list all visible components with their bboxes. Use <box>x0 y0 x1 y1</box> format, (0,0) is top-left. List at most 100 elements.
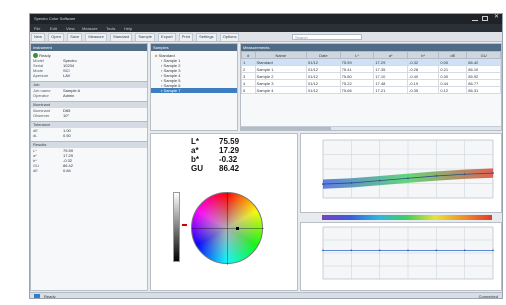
measure-status-icon[interactable] <box>34 294 40 298</box>
table-cell: 01/12 <box>306 79 341 87</box>
table-cell: 3 <box>241 72 256 80</box>
table-cell: 75.66 <box>339 86 375 94</box>
column-header[interactable]: dE <box>438 51 468 59</box>
lab-values-block: L* 75.59 a* 17.29 b* -0.32 GU 86.42 <box>191 137 261 173</box>
menu-help[interactable]: Help <box>124 26 132 31</box>
sample-button[interactable]: Sample <box>135 33 155 41</box>
data-point <box>463 249 466 252</box>
table-cell: 85.92 <box>466 72 501 80</box>
new-button[interactable]: New <box>31 33 46 41</box>
lab-value-row: b* -0.32 <box>191 155 261 164</box>
column-header[interactable]: Date <box>306 51 341 59</box>
save-button[interactable]: Save <box>67 33 83 41</box>
table-cell: -0.40 <box>406 72 440 80</box>
section-header-tolerance[interactable]: Tolerance <box>31 121 147 128</box>
column-header[interactable]: Name <box>254 51 308 59</box>
table-cell: Sample 1 <box>254 65 308 73</box>
table-cell: 86.42 <box>466 58 501 66</box>
table-cell: 75.59 <box>339 58 375 66</box>
data-point <box>407 177 409 180</box>
column-header[interactable]: # <box>241 51 256 59</box>
measurement-table: # Name Date L* a* b* dE GU 1 Standard 01/1… <box>241 51 501 94</box>
lab-value-row: L* 75.59 <box>191 137 261 146</box>
lab-value-row: GU 86.42 <box>191 164 261 173</box>
table-cell: Sample 2 <box>254 72 308 80</box>
print-button[interactable]: Print <box>178 33 193 41</box>
sample-tree-panel: Samples ■ Standard ▪ Sample 1 ▪ Sample 2… <box>150 43 238 131</box>
table-cell: 1 <box>241 58 256 66</box>
table-cell: 2 <box>241 65 256 73</box>
tree-item-selected[interactable]: ▪ Sample 7 <box>151 88 237 93</box>
table-row[interactable]: 4 Sample 3 01/12 75.22 17.48 -0.19 0.44 86.77 <box>241 79 501 87</box>
section-header-results[interactable]: Results <box>31 141 147 148</box>
table-row[interactable]: 5 Sample 4 01/12 75.66 17.21 -0.35 0.12 86.31 <box>241 86 501 94</box>
data-point <box>322 183 324 185</box>
field-value: Admin <box>63 93 75 98</box>
field-label: Aperture <box>33 73 49 78</box>
field-row: Observer 10° <box>31 113 147 118</box>
sample-point-marker <box>236 227 239 230</box>
section-header-job[interactable]: Job <box>31 81 147 88</box>
table-row[interactable]: 2 Sample 1 01/12 75.41 17.35 -0.28 0.21 86.10 <box>241 65 501 73</box>
table-row[interactable]: 3 Sample 2 01/12 75.80 17.10 -0.40 0.30 85.92 <box>241 72 501 80</box>
field-label: Operator <box>33 93 49 98</box>
export-button[interactable]: Export <box>158 33 176 41</box>
horizontal-scrollbar[interactable] <box>241 126 501 130</box>
left-panel: Instrument Ready Model Spectro Serial 1023… <box>30 43 148 291</box>
table-row[interactable]: 1 Standard 01/12 75.59 17.29 -0.32 0.00 86.42 <box>241 58 501 66</box>
standard-button[interactable]: Standard <box>110 33 133 41</box>
menu-file[interactable]: File <box>34 26 40 31</box>
data-point <box>378 179 381 182</box>
table-header-row: # Name Date L* a* b* dE GU <box>241 51 501 59</box>
color-wheel <box>191 192 264 265</box>
menu-edit[interactable]: Edit <box>50 26 57 31</box>
table-cell: 01/12 <box>306 72 341 80</box>
table-cell: Sample 3 <box>254 79 308 87</box>
table-cell: 01/12 <box>306 58 341 66</box>
settings-button[interactable]: Settings <box>196 33 217 41</box>
scrollbar-thumb[interactable] <box>241 127 331 130</box>
search-input[interactable]: Search <box>292 34 362 40</box>
data-point <box>492 172 494 174</box>
column-header[interactable]: GU <box>466 51 501 59</box>
data-point <box>378 249 381 252</box>
data-point <box>435 249 438 252</box>
field-value: 10° <box>63 113 70 118</box>
lab-label: L* <box>191 137 199 146</box>
lab-label: b* <box>191 155 199 164</box>
color-values-panel: L* 75.59 a* 17.29 b* -0.32 GU 86.42 <box>150 133 298 291</box>
table-cell: 17.21 <box>373 86 408 94</box>
reflectance-chart <box>322 139 494 199</box>
field-row: Aperture LAV <box>31 73 147 78</box>
table-cell: -0.19 <box>406 79 440 87</box>
field-value: 0.50 <box>63 133 71 138</box>
section-header-illuminant[interactable]: Illuminant <box>31 101 147 108</box>
data-point <box>492 249 494 252</box>
menu-view[interactable]: View <box>66 26 75 31</box>
status-bar: Ready Connected <box>30 292 502 298</box>
field-value: 0.84 <box>63 168 71 173</box>
column-header[interactable]: L* <box>339 51 375 59</box>
table-cell: -0.28 <box>406 65 440 73</box>
menu-tools[interactable]: Tools <box>106 26 115 31</box>
sample-icon: ▪ <box>161 88 163 93</box>
options-button[interactable]: Options <box>219 33 240 41</box>
maximize-icon[interactable] <box>482 16 488 21</box>
table-cell: 17.48 <box>373 79 408 87</box>
field-label: dE <box>33 168 38 173</box>
table-cell: -0.32 <box>406 58 440 66</box>
lab-label: a* <box>191 146 199 155</box>
wheel-axis-horizontal <box>192 228 264 229</box>
lab-value: 17.29 <box>219 146 240 155</box>
measure-button[interactable]: Measure <box>85 33 107 41</box>
color-wheel-center <box>192 193 264 265</box>
table-cell: 75.41 <box>339 65 375 73</box>
column-header[interactable]: a* <box>373 51 408 59</box>
close-icon[interactable]: ✕ <box>494 14 499 20</box>
minimize-icon[interactable] <box>472 16 478 21</box>
column-header[interactable]: b* <box>406 51 440 59</box>
open-button[interactable]: Open <box>48 33 64 41</box>
menu-bar: File Edit View Measure Tools Help <box>30 24 502 32</box>
menu-measure[interactable]: Measure <box>82 26 98 31</box>
table-cell: 4 <box>241 79 256 87</box>
